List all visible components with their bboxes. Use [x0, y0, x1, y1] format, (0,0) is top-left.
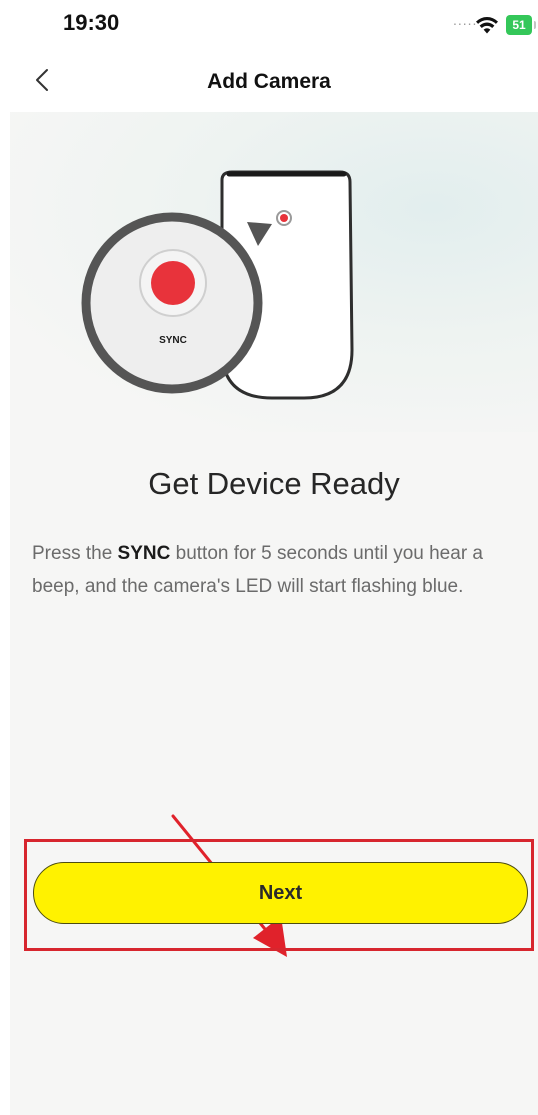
instruction-prefix: Press the [32, 543, 118, 564]
instruction-sync-keyword: SYNC [117, 543, 171, 564]
sync-label: SYNC [159, 335, 187, 346]
wifi-icon [476, 17, 498, 34]
nav-bar: Add Camera [0, 50, 538, 112]
next-button[interactable]: Next [33, 862, 528, 924]
battery-icon: 51 [506, 15, 536, 35]
instruction-text: Press the SYNC button for 5 seconds unti… [32, 537, 532, 603]
content-area: SYNC Get Device Ready Press the SYNC but… [10, 112, 538, 1115]
cellular-signal-icon: ..... [453, 12, 478, 28]
page-title: Add Camera [207, 70, 331, 93]
status-bar: 19:30 ..... 51 [0, 0, 538, 50]
camera-sync-illustration: SYNC [81, 170, 354, 400]
section-heading: Get Device Ready [148, 466, 400, 501]
status-time: 19:30 [63, 10, 120, 35]
